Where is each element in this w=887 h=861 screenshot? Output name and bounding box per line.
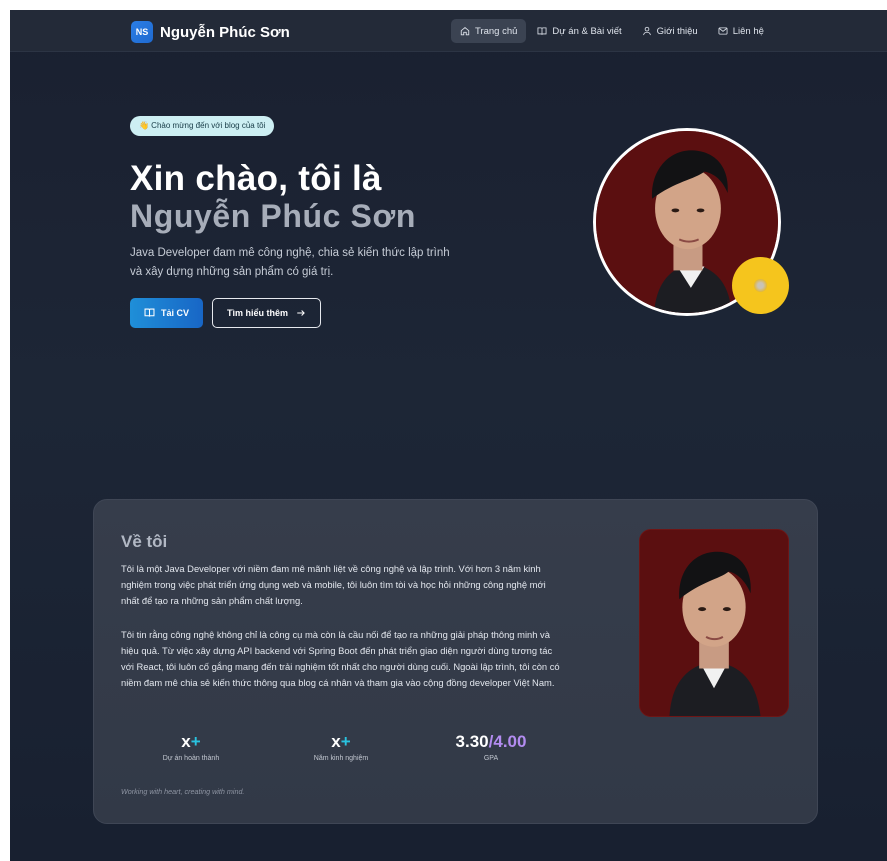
hero-greeting: Xin chào, tôi là — [130, 158, 382, 198]
user-icon — [642, 26, 651, 36]
stat-experience: x+ Năm kinh nghiệm — [271, 731, 411, 762]
portrait-photo — [640, 530, 788, 716]
stat-gpa: 3.30/4.00 GPA — [421, 731, 561, 762]
hero-section: 👋 Chào mừng đến với blog của tôi Xin chà… — [130, 115, 460, 328]
mail-icon — [718, 27, 728, 35]
about-paragraph-1: Tôi là một Java Developer với niềm đam m… — [121, 563, 546, 606]
about-title: Về tôi — [121, 532, 168, 551]
nav-item-label: Liên hệ — [732, 25, 764, 37]
stat-value: 3.30/4.00 — [455, 732, 527, 751]
book-icon — [537, 27, 547, 35]
stat-label: GPA — [483, 755, 499, 762]
nav-menu: Trang chủ Dự án & Bài viết Giới thiệu Li… — [451, 19, 773, 43]
about-paragraph-2: Tôi tin rằng công nghệ không chỉ là công… — [121, 629, 560, 688]
page: NS Nguyễn Phúc Sơn Trang chủ Dự án & Bài… — [10, 10, 887, 861]
arrow-right-icon — [297, 309, 305, 316]
about-photo — [639, 529, 789, 717]
hero-description: Java Developer đam mê công nghệ, chia sẻ… — [130, 246, 450, 278]
stats-row: x+ Dự án hoàn thành x+ Năm kinh nghiệm 3… — [121, 731, 561, 771]
brand-badge: NS — [131, 21, 153, 43]
nav-item-contact[interactable]: Liên hệ — [709, 19, 773, 43]
hero-buttons: Tải CV Tìm hiểu thêm — [130, 297, 460, 328]
nav-item-label: Giới thiệu — [656, 25, 698, 37]
floating-badge-center — [754, 279, 767, 292]
stat-value: x+ — [331, 732, 351, 751]
nav-item-about[interactable]: Giới thiệu — [633, 19, 707, 43]
home-icon — [460, 26, 470, 36]
welcome-badge: 👋 Chào mừng đến với blog của tôi — [130, 115, 275, 136]
nav-item-label: Dự án & Bài viết — [552, 25, 622, 37]
nav-item-label: Trang chủ — [475, 25, 518, 37]
brand-name: Nguyễn Phúc Sơn — [160, 23, 290, 41]
download-cv-label: Tải CV — [161, 307, 190, 318]
about-quote: Working with heart, creating with mind. — [121, 787, 245, 796]
nav-item-home[interactable]: Trang chủ — [451, 19, 527, 43]
stat-projects: x+ Dự án hoàn thành — [121, 731, 261, 762]
about-card: Về tôi Tôi là một Java Developer với niề… — [93, 499, 818, 824]
download-cv-button[interactable]: Tải CV — [130, 297, 204, 328]
navbar: NS Nguyễn Phúc Sơn Trang chủ Dự án & Bài… — [10, 10, 887, 52]
learn-more-label: Tìm hiểu thêm — [227, 307, 289, 318]
learn-more-button[interactable]: Tìm hiểu thêm — [212, 297, 322, 328]
stat-label: Năm kinh nghiệm — [313, 755, 369, 762]
stat-label: Dự án hoàn thành — [162, 755, 220, 762]
book-icon — [144, 308, 155, 317]
hero-name: Nguyễn Phúc Sơn — [130, 197, 416, 234]
floating-badge — [732, 257, 789, 314]
brand-logo[interactable]: NS Nguyễn Phúc Sơn — [131, 21, 290, 43]
stat-value: x+ — [181, 732, 201, 751]
nav-item-projects[interactable]: Dự án & Bài viết — [528, 19, 630, 43]
